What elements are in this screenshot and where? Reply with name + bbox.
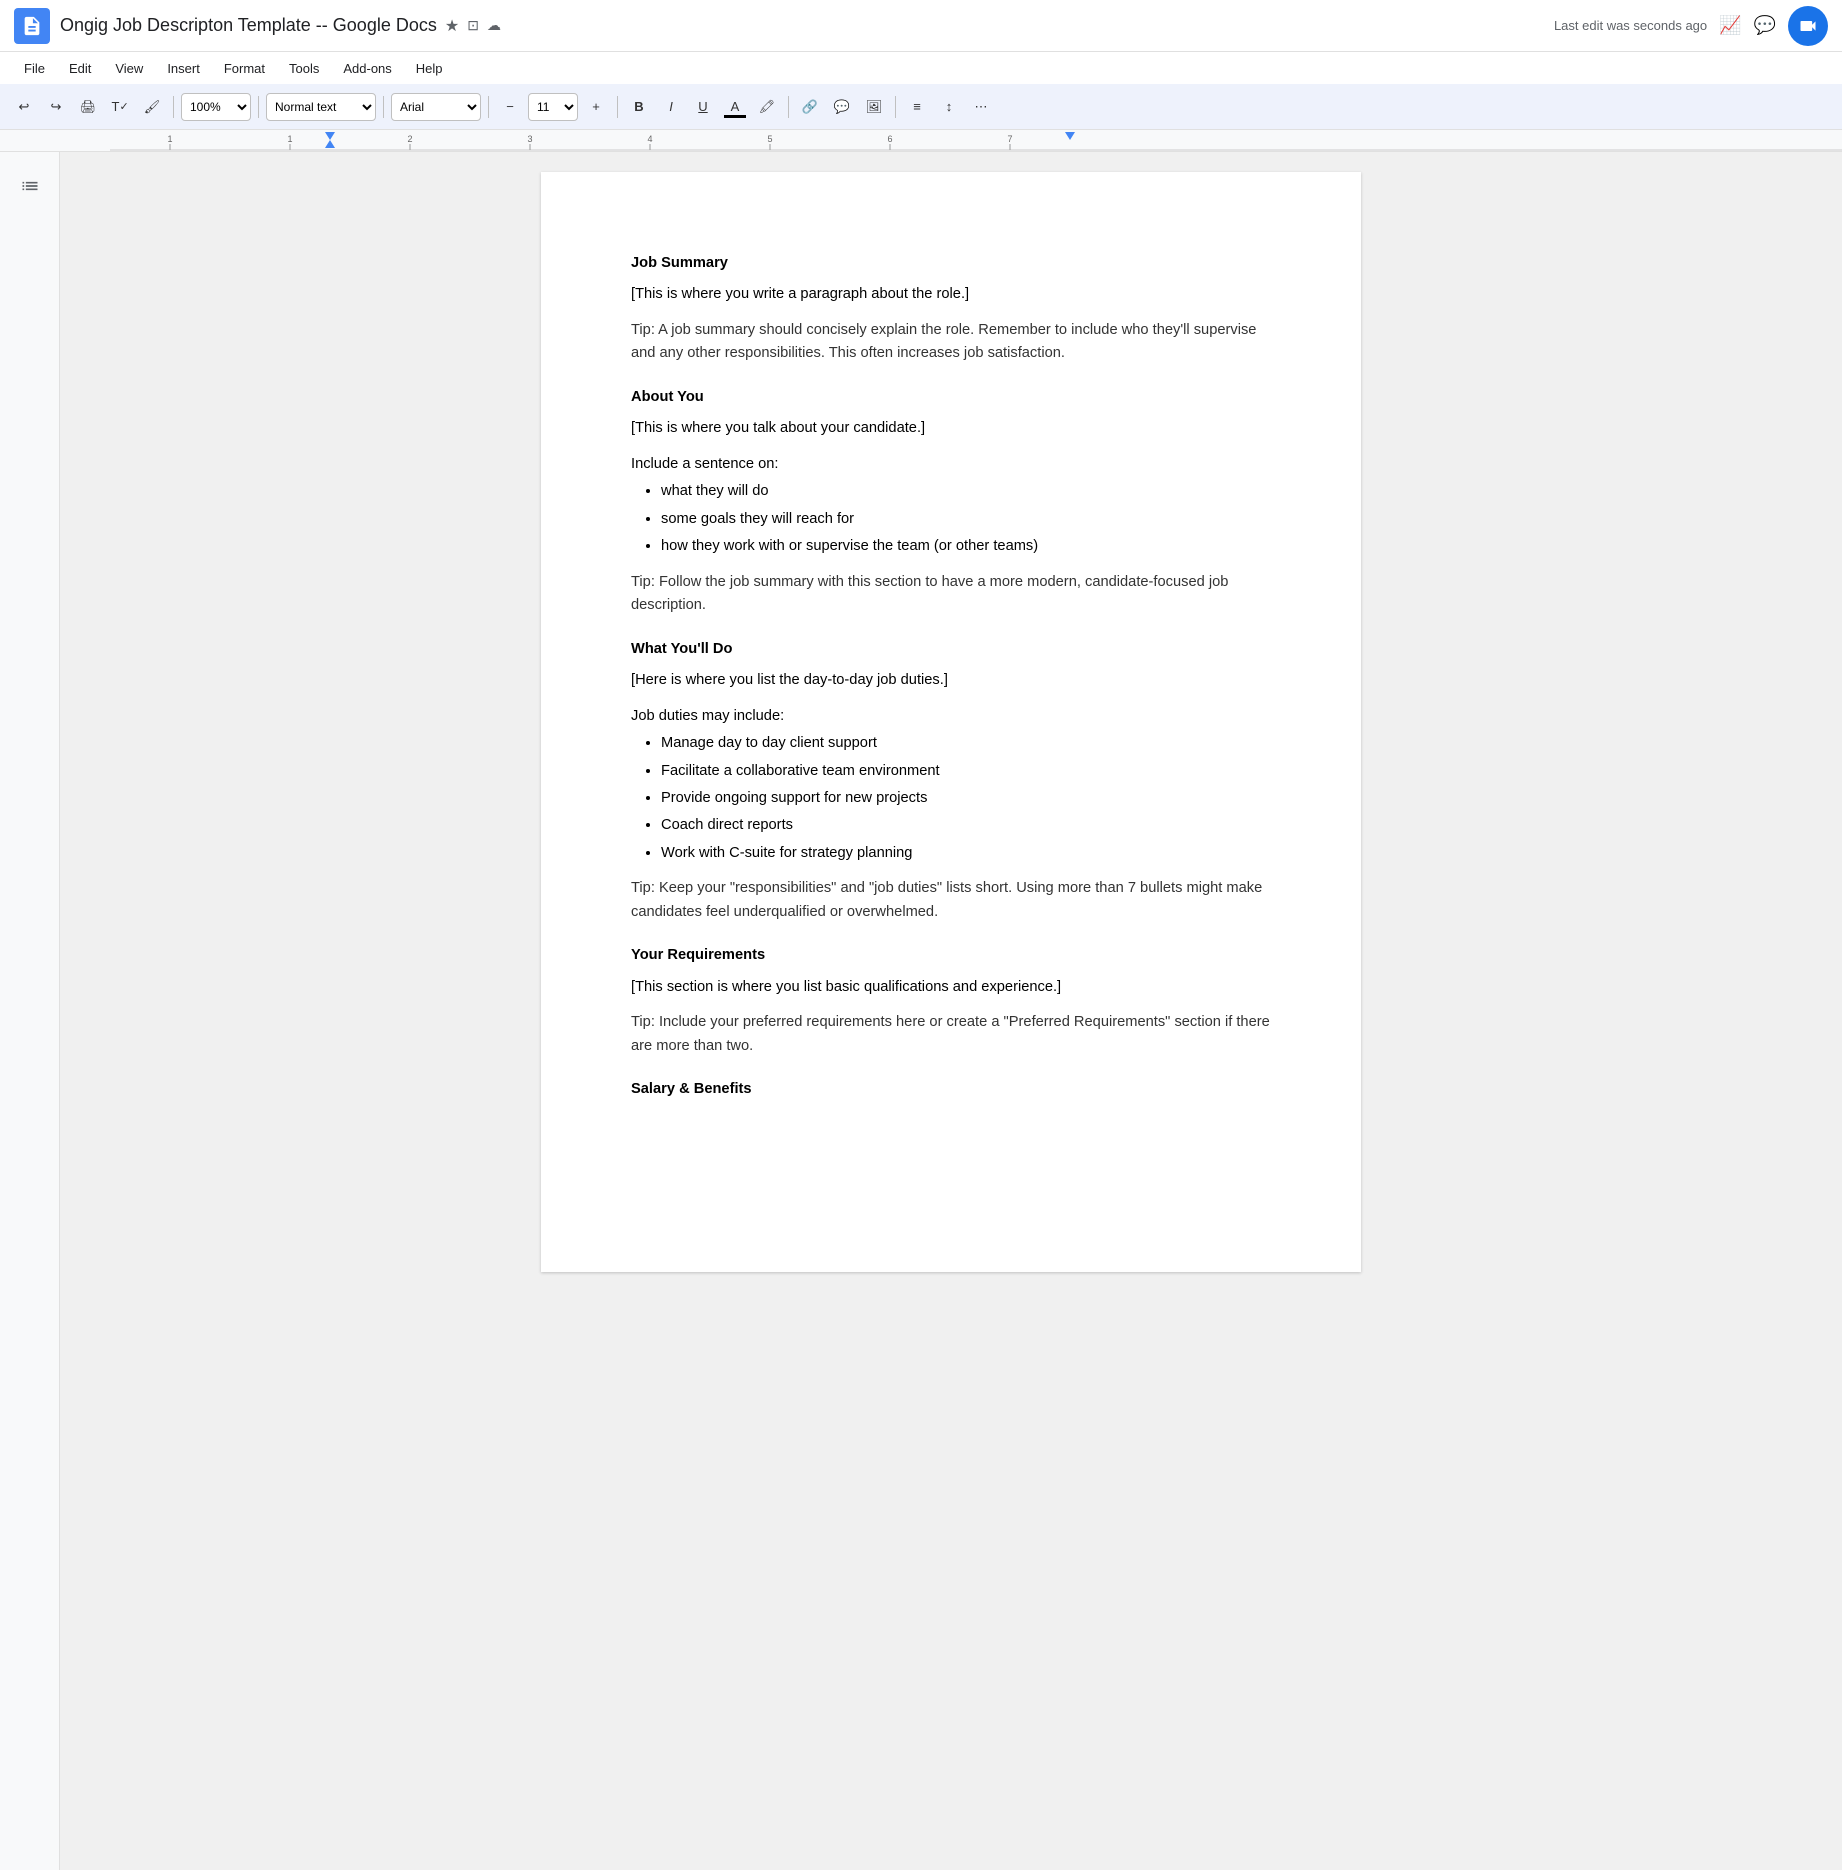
separator-6: [788, 96, 789, 118]
bold-button[interactable]: B: [625, 93, 653, 121]
toolbar: ↩ ↪ 🖨 T✓ 🖌 100% 75% 125% Normal text Hea…: [0, 84, 1842, 130]
text-color-button[interactable]: A: [721, 93, 749, 121]
tip-about-you: Tip: Follow the job summary with this se…: [631, 571, 1271, 618]
trending-icon[interactable]: 📈: [1719, 15, 1741, 36]
menu-addons[interactable]: Add-ons: [333, 57, 401, 80]
paintformat-button[interactable]: 🖌: [138, 93, 166, 121]
google-docs-icon: [14, 8, 50, 44]
doc-title[interactable]: Ongig Job Descripton Template -- Google …: [60, 15, 437, 36]
document-area[interactable]: Job Summary [This is where you write a p…: [60, 152, 1842, 1870]
para-duties-include: Job duties may include:: [631, 705, 1271, 728]
highlight-button[interactable]: 🖍: [753, 93, 781, 121]
ruler: 1 1 2 3 4 5 6 7: [0, 130, 1842, 152]
heading-what-youll-do: What You'll Do: [631, 638, 1271, 661]
svg-text:7: 7: [1007, 134, 1012, 144]
print-button[interactable]: 🖨: [74, 93, 102, 121]
star-icon[interactable]: ★: [445, 16, 459, 36]
bullet-team-env: Facilitate a collaborative team environm…: [661, 760, 1271, 783]
menu-tools[interactable]: Tools: [279, 57, 329, 80]
job-duties-bullets: Manage day to day client support Facilit…: [661, 732, 1271, 865]
outline-icon[interactable]: [16, 172, 44, 200]
title-section: Ongig Job Descripton Template -- Google …: [60, 15, 1544, 36]
tip-job-summary: Tip: A job summary should concisely expl…: [631, 319, 1271, 366]
title-right: Last edit was seconds ago 📈 💬: [1554, 6, 1828, 46]
separator-5: [617, 96, 618, 118]
link-button[interactable]: 🔗: [796, 93, 824, 121]
style-select[interactable]: Normal text Heading 1 Heading 2: [266, 93, 376, 121]
para-about-you-placeholder[interactable]: [This is where you talk about your candi…: [631, 417, 1271, 440]
para-job-duties-placeholder[interactable]: [Here is where you list the day-to-day j…: [631, 669, 1271, 692]
heading-about-you: About You: [631, 386, 1271, 409]
svg-text:4: 4: [647, 134, 652, 144]
menu-bar: File Edit View Insert Format Tools Add-o…: [0, 52, 1842, 84]
menu-format[interactable]: Format: [214, 57, 275, 80]
more-button[interactable]: ⋯: [967, 93, 995, 121]
align-button[interactable]: ≡: [903, 93, 931, 121]
font-size-increase[interactable]: +: [582, 93, 610, 121]
svg-text:6: 6: [887, 134, 892, 144]
menu-help[interactable]: Help: [406, 57, 453, 80]
section-what-youll-do: What You'll Do [Here is where you list t…: [631, 638, 1271, 925]
image-button[interactable]: 🖼: [860, 93, 888, 121]
bullet-coach-reports: Coach direct reports: [661, 814, 1271, 837]
separator-1: [173, 96, 174, 118]
bullet-goals: some goals they will reach for: [661, 508, 1271, 531]
section-requirements: Your Requirements [This section is where…: [631, 944, 1271, 1058]
heading-salary: Salary & Benefits: [631, 1078, 1271, 1101]
bullet-what-they-do: what they will do: [661, 480, 1271, 503]
font-size-decrease[interactable]: −: [496, 93, 524, 121]
svg-text:5: 5: [767, 134, 772, 144]
menu-insert[interactable]: Insert: [157, 57, 210, 80]
bullet-new-projects: Provide ongoing support for new projects: [661, 787, 1271, 810]
heading-job-summary: Job Summary: [631, 252, 1271, 275]
left-panel: [0, 152, 60, 1870]
cloud-icon[interactable]: ☁: [487, 17, 501, 34]
svg-text:1: 1: [287, 134, 292, 144]
separator-7: [895, 96, 896, 118]
main-area: Job Summary [This is where you write a p…: [0, 152, 1842, 1870]
zoom-select[interactable]: 100% 75% 125%: [181, 93, 251, 121]
heading-requirements: Your Requirements: [631, 944, 1271, 967]
para-include-sentence: Include a sentence on:: [631, 453, 1271, 476]
svg-text:3: 3: [527, 134, 532, 144]
font-size-select[interactable]: 11 10 12 14: [528, 93, 578, 121]
section-about-you: About You [This is where you talk about …: [631, 386, 1271, 618]
meet-button[interactable]: [1788, 6, 1828, 46]
tip-requirements: Tip: Include your preferred requirements…: [631, 1011, 1271, 1058]
about-you-bullets: what they will do some goals they will r…: [661, 480, 1271, 558]
linespace-button[interactable]: ↕: [935, 93, 963, 121]
menu-view[interactable]: View: [105, 57, 153, 80]
separator-2: [258, 96, 259, 118]
menu-edit[interactable]: Edit: [59, 57, 101, 80]
bullet-team: how they work with or supervise the team…: [661, 535, 1271, 558]
bullet-client-support: Manage day to day client support: [661, 732, 1271, 755]
undo-button[interactable]: ↩: [10, 93, 38, 121]
menu-file[interactable]: File: [14, 57, 55, 80]
para-job-summary-placeholder[interactable]: [This is where you write a paragraph abo…: [631, 283, 1271, 306]
separator-3: [383, 96, 384, 118]
section-job-summary: Job Summary [This is where you write a p…: [631, 252, 1271, 366]
spellcheck-button[interactable]: T✓: [106, 93, 134, 121]
redo-button[interactable]: ↪: [42, 93, 70, 121]
italic-button[interactable]: I: [657, 93, 685, 121]
para-requirements-placeholder[interactable]: [This section is where you list basic qu…: [631, 976, 1271, 999]
bullet-csuite: Work with C-suite for strategy planning: [661, 842, 1271, 865]
ruler-content: 1 1 2 3 4 5 6 7: [110, 130, 1842, 151]
comment-button[interactable]: 💬: [828, 93, 856, 121]
underline-button[interactable]: U: [689, 93, 717, 121]
last-edit-text: Last edit was seconds ago: [1554, 18, 1707, 33]
font-select[interactable]: Arial Times New Roman: [391, 93, 481, 121]
svg-text:2: 2: [407, 134, 412, 144]
section-salary: Salary & Benefits: [631, 1078, 1271, 1101]
comment-icon[interactable]: 💬: [1754, 15, 1776, 36]
document-page: Job Summary [This is where you write a p…: [541, 172, 1361, 1272]
bookmark-icon[interactable]: ⊡: [467, 17, 479, 34]
tip-what-youll-do: Tip: Keep your "responsibilities" and "j…: [631, 877, 1271, 924]
svg-text:1: 1: [167, 134, 172, 144]
document-content[interactable]: Job Summary [This is where you write a p…: [631, 252, 1271, 1102]
separator-4: [488, 96, 489, 118]
title-bar: Ongig Job Descripton Template -- Google …: [0, 0, 1842, 52]
